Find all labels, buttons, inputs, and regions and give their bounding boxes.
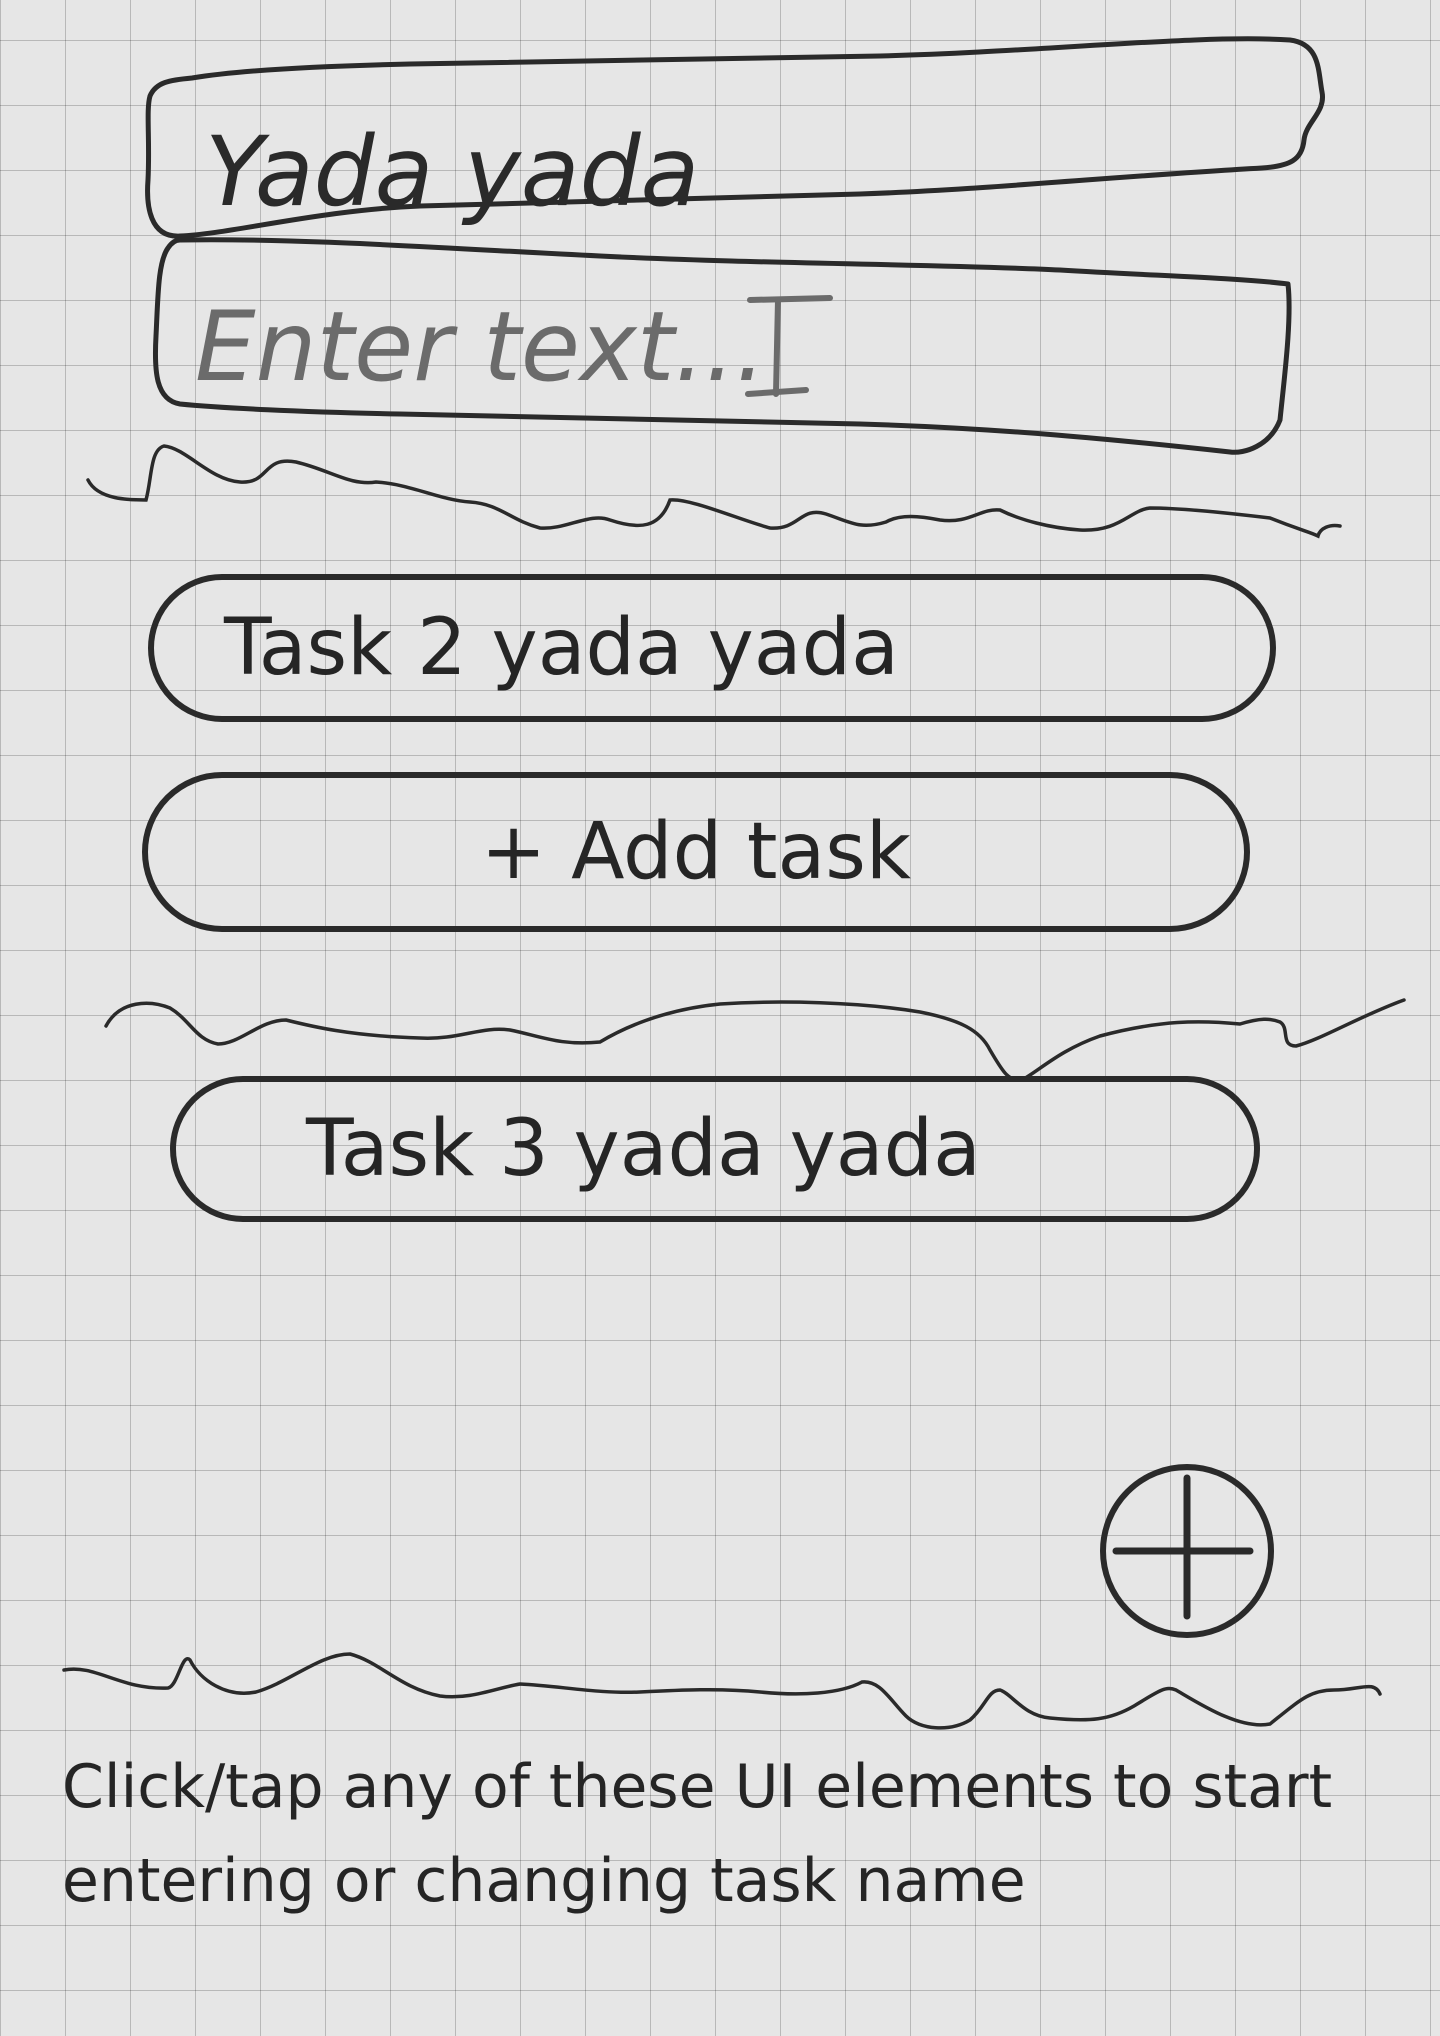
- separator-1: [86, 444, 1342, 539]
- separator-2: [104, 998, 1406, 1082]
- task-item[interactable]: Task 3 yada yada: [170, 1076, 1260, 1222]
- add-task-button[interactable]: + Add task: [142, 772, 1250, 932]
- task-item-label: Task 2 yada yada: [224, 603, 899, 693]
- task-item-label: Task 3 yada yada: [306, 1104, 981, 1194]
- separator-3: [62, 1652, 1382, 1730]
- floating-add-button[interactable]: [1098, 1462, 1276, 1640]
- text-input[interactable]: [156, 242, 1286, 450]
- plus-circle-icon: [1100, 1464, 1274, 1638]
- hint-text: Click/tap any of these UI elements to st…: [62, 1752, 1333, 1916]
- task-item[interactable]: Task 2 yada yada: [148, 574, 1276, 722]
- title-input[interactable]: [150, 56, 1320, 234]
- add-task-label: + Add task: [480, 807, 912, 897]
